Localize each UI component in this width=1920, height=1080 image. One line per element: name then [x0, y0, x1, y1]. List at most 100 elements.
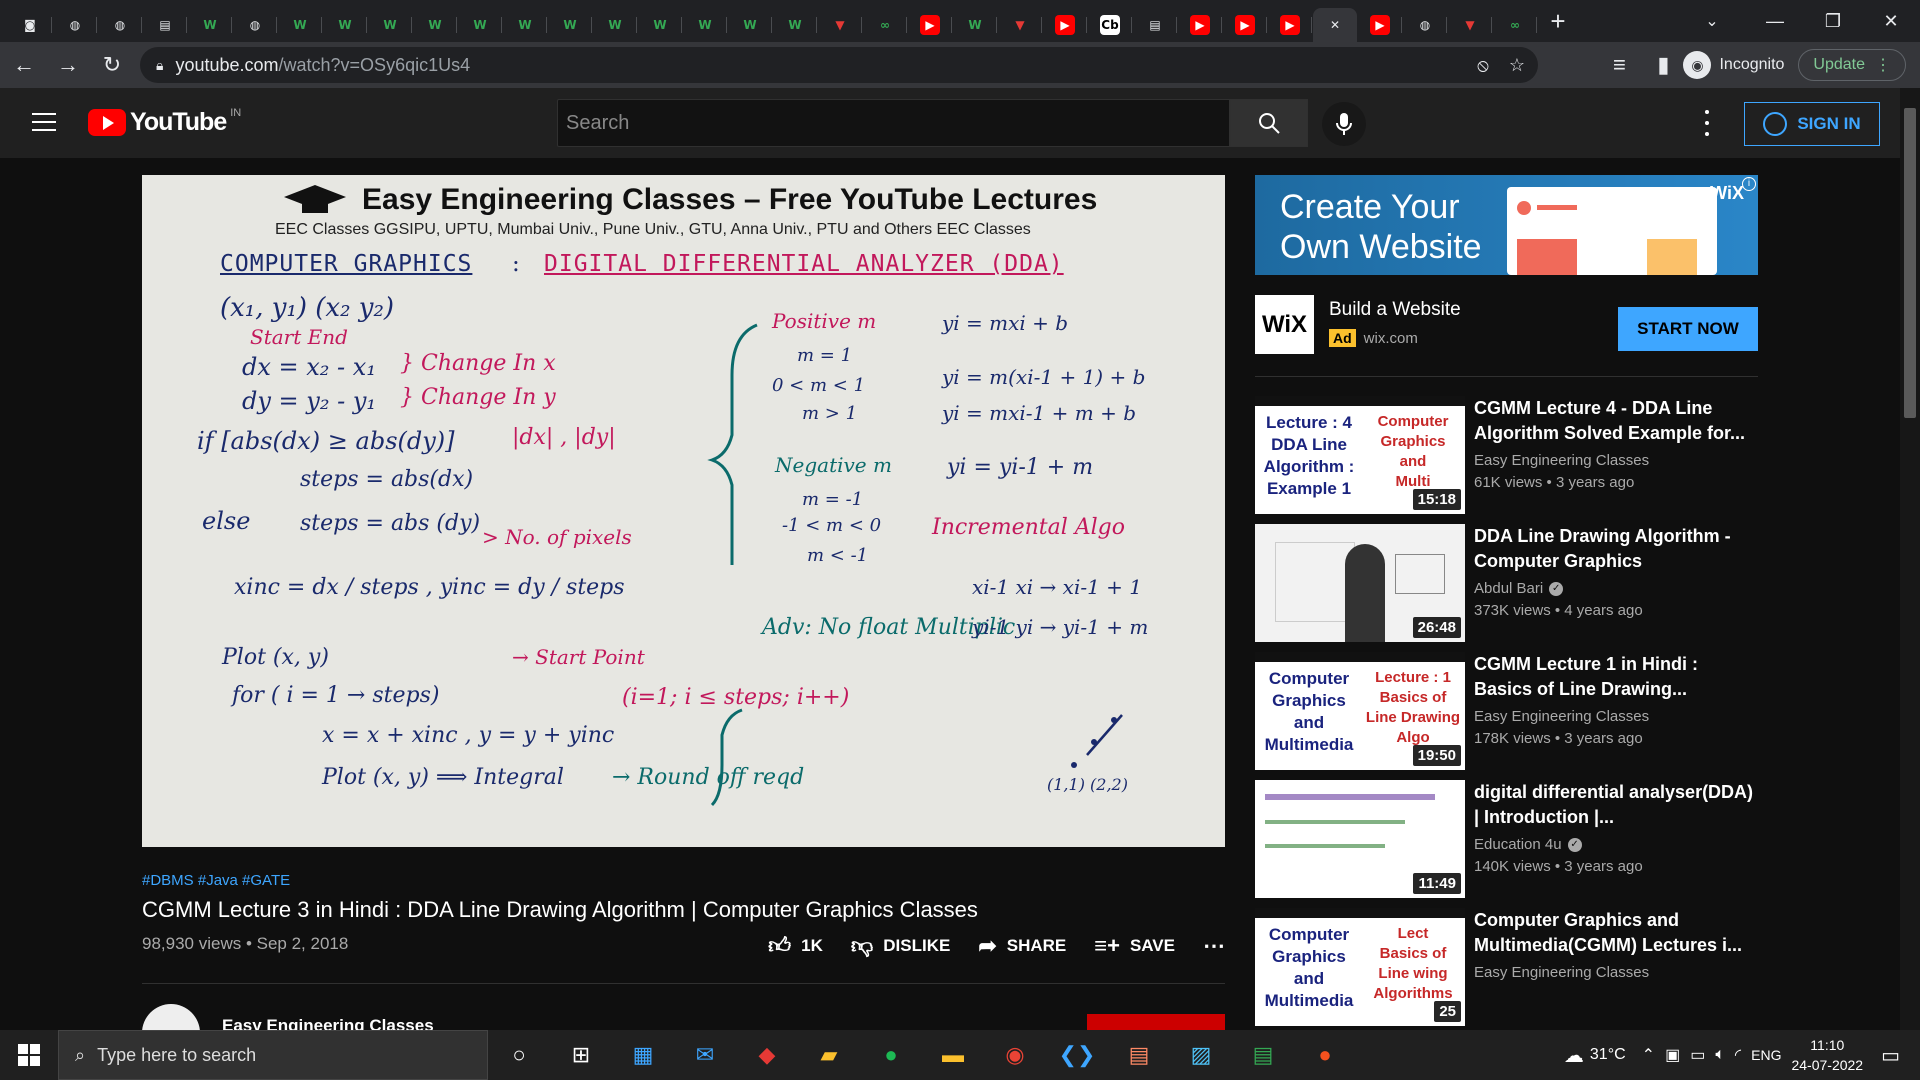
- windows-start-button[interactable]: [0, 1030, 58, 1080]
- recommendation-channel[interactable]: Education 4u ✓: [1474, 836, 1582, 853]
- browser-tab[interactable]: ▶: [1268, 8, 1312, 42]
- cortana-icon[interactable]: ○: [488, 1030, 550, 1080]
- ad-info-icon[interactable]: i: [1742, 177, 1756, 191]
- docs-icon[interactable]: ▤: [1108, 1030, 1170, 1080]
- browser-tab[interactable]: ▼: [998, 8, 1042, 42]
- browser-tab[interactable]: ▶: [1223, 8, 1267, 42]
- recommendation-title[interactable]: CGMM Lecture 4 - DDA Line Algorithm Solv…: [1474, 396, 1758, 446]
- recommendation-title[interactable]: DDA Line Drawing Algorithm - Computer Gr…: [1474, 524, 1758, 574]
- share-button[interactable]: ➦ SHARE: [978, 933, 1066, 959]
- ad-banner[interactable]: Create Your Own Website WiX i: [1255, 175, 1758, 275]
- recommendation-item[interactable]: 11:49 digital differential analyser(DDA) …: [1255, 780, 1758, 898]
- side-panel-icon[interactable]: ▮: [1643, 45, 1683, 85]
- spotify-icon[interactable]: ●: [860, 1030, 922, 1080]
- recommendation-item[interactable]: Computer Graphics and Multimedia Lecture …: [1255, 652, 1758, 770]
- wifi-icon[interactable]: ◜: [1735, 1045, 1741, 1065]
- page-scrollbar[interactable]: [1900, 88, 1920, 1030]
- media-queue-icon[interactable]: ≡: [1599, 45, 1639, 85]
- browser-tab[interactable]: W: [368, 8, 412, 42]
- minimize-button[interactable]: —: [1746, 0, 1804, 42]
- recommendation-channel[interactable]: Easy Engineering Classes: [1474, 452, 1649, 469]
- video-player[interactable]: Easy Engineering Classes – Free YouTube …: [142, 175, 1225, 847]
- menu-icon[interactable]: [32, 113, 56, 131]
- back-button[interactable]: ←: [4, 45, 44, 85]
- file-explorer-icon[interactable]: ▬: [922, 1030, 984, 1080]
- store-icon[interactable]: ▦: [612, 1030, 674, 1080]
- maximize-button[interactable]: ❐: [1804, 0, 1862, 42]
- save-button[interactable]: ≡+ SAVE: [1094, 933, 1175, 959]
- browser-tab[interactable]: W: [458, 8, 502, 42]
- recommendation-title[interactable]: digital differential analyser(DDA) | Int…: [1474, 780, 1758, 830]
- vscode-icon[interactable]: ❮❯: [1046, 1030, 1108, 1080]
- video-thumbnail[interactable]: 11:49: [1255, 780, 1465, 898]
- new-tab-button[interactable]: +: [1538, 4, 1578, 38]
- browser-tab[interactable]: ▶: [1358, 8, 1402, 42]
- browser-tab[interactable]: W: [548, 8, 592, 42]
- incognito-indicator[interactable]: ◉ Incognito: [1683, 51, 1784, 79]
- search-button[interactable]: [1230, 99, 1308, 147]
- browser-tab[interactable]: W: [953, 8, 997, 42]
- recommendation-item[interactable]: Lecture : 4 DDA Line Algorithm : Example…: [1255, 396, 1758, 514]
- recommendation-item[interactable]: Computer Graphics and Multimedia Lect Bas…: [1255, 908, 1758, 1026]
- mail-icon[interactable]: ✉: [674, 1030, 736, 1080]
- browser-tab[interactable]: ◍: [98, 8, 142, 42]
- browser-tab[interactable]: ▶: [1178, 8, 1222, 42]
- chrome-icon[interactable]: ◉: [984, 1030, 1046, 1080]
- browser-tab[interactable]: ◍: [53, 8, 97, 42]
- recommendation-title[interactable]: CGMM Lecture 1 in Hindi : Basics of Line…: [1474, 652, 1758, 702]
- reload-button[interactable]: ↻: [92, 45, 132, 85]
- browser-tab[interactable]: ▶: [1043, 8, 1087, 42]
- browser-tab[interactable]: W: [773, 8, 817, 42]
- browser-tab[interactable]: ▤: [1133, 8, 1177, 42]
- star-icon[interactable]: ☆: [1504, 53, 1530, 77]
- update-button[interactable]: Update ⋮: [1798, 49, 1906, 81]
- address-bar[interactable]: 🔒︎ youtube.com/watch?v=OSy6qic1Us4 ⦸ ☆: [140, 47, 1538, 83]
- clock[interactable]: 11:10 24-07-2022: [1791, 1035, 1863, 1075]
- recommendation-channel[interactable]: Easy Engineering Classes: [1474, 708, 1649, 725]
- browser-tab[interactable]: ▼: [1448, 8, 1492, 42]
- search-input[interactable]: Search: [557, 99, 1230, 147]
- video-hashtags[interactable]: #DBMS #Java #GATE: [142, 872, 1225, 889]
- sticky-notes-icon[interactable]: ▰: [798, 1030, 860, 1080]
- weather-icon[interactable]: ☁: [1564, 1043, 1584, 1068]
- notification-icon[interactable]: ▭: [1881, 1043, 1900, 1068]
- ad-title[interactable]: Build a Website: [1329, 299, 1461, 321]
- settings-more-icon[interactable]: [1696, 110, 1718, 136]
- photos-icon[interactable]: ▨: [1170, 1030, 1232, 1080]
- youtube-logo[interactable]: YouTube IN: [88, 107, 241, 137]
- dislike-button[interactable]: 👎︎ DISLIKE: [851, 932, 950, 959]
- browser-tab[interactable]: ▼: [818, 8, 862, 42]
- browser-tab[interactable]: W: [503, 8, 547, 42]
- browser-tab[interactable]: Cb: [1088, 8, 1132, 42]
- browser-tab[interactable]: ∞: [863, 8, 907, 42]
- tab-search-chevron-icon[interactable]: ⌄: [1692, 6, 1732, 36]
- recommendation-title[interactable]: Computer Graphics and Multimedia(CGMM) L…: [1474, 908, 1758, 958]
- forward-button[interactable]: →: [48, 45, 88, 85]
- voice-search-button[interactable]: [1322, 102, 1366, 146]
- browser-tab[interactable]: ◍: [1403, 8, 1447, 42]
- like-button[interactable]: 👍︎ 1K: [768, 932, 823, 959]
- language-indicator[interactable]: ENG: [1751, 1047, 1781, 1063]
- browser-tab[interactable]: ▶: [908, 8, 952, 42]
- recommendation-item[interactable]: 26:48 DDA Line Drawing Algorithm - Comput…: [1255, 524, 1758, 642]
- red-app-icon[interactable]: ◆: [736, 1030, 798, 1080]
- volume-icon[interactable]: 🔈︎: [1715, 1046, 1725, 1064]
- ad-cta-button[interactable]: START NOW: [1618, 307, 1758, 351]
- recommendation-channel[interactable]: Abdul Bari ✓: [1474, 580, 1564, 597]
- battery-icon[interactable]: ▭: [1690, 1045, 1705, 1065]
- browser-tab[interactable]: ◙: [8, 8, 52, 42]
- browser-tab[interactable]: W: [593, 8, 637, 42]
- task-view-icon[interactable]: ⊞: [550, 1030, 612, 1080]
- recommendation-channel[interactable]: Easy Engineering Classes: [1474, 964, 1649, 981]
- browser-tab[interactable]: W: [188, 8, 232, 42]
- close-window-button[interactable]: ✕: [1862, 0, 1920, 42]
- browser-tab[interactable]: ✕: [1313, 8, 1357, 42]
- browser-tab[interactable]: W: [638, 8, 682, 42]
- temperature-label[interactable]: 31°C: [1590, 1046, 1626, 1064]
- wix-logo[interactable]: WiX: [1255, 295, 1314, 354]
- network-icon[interactable]: ▣: [1665, 1045, 1680, 1065]
- video-thumbnail[interactable]: Lecture : 4 DDA Line Algorithm : Example…: [1255, 396, 1465, 514]
- browser-tab[interactable]: ▤: [143, 8, 187, 42]
- video-thumbnail[interactable]: Computer Graphics and Multimedia Lect Bas…: [1255, 908, 1465, 1026]
- browser-tab[interactable]: W: [278, 8, 322, 42]
